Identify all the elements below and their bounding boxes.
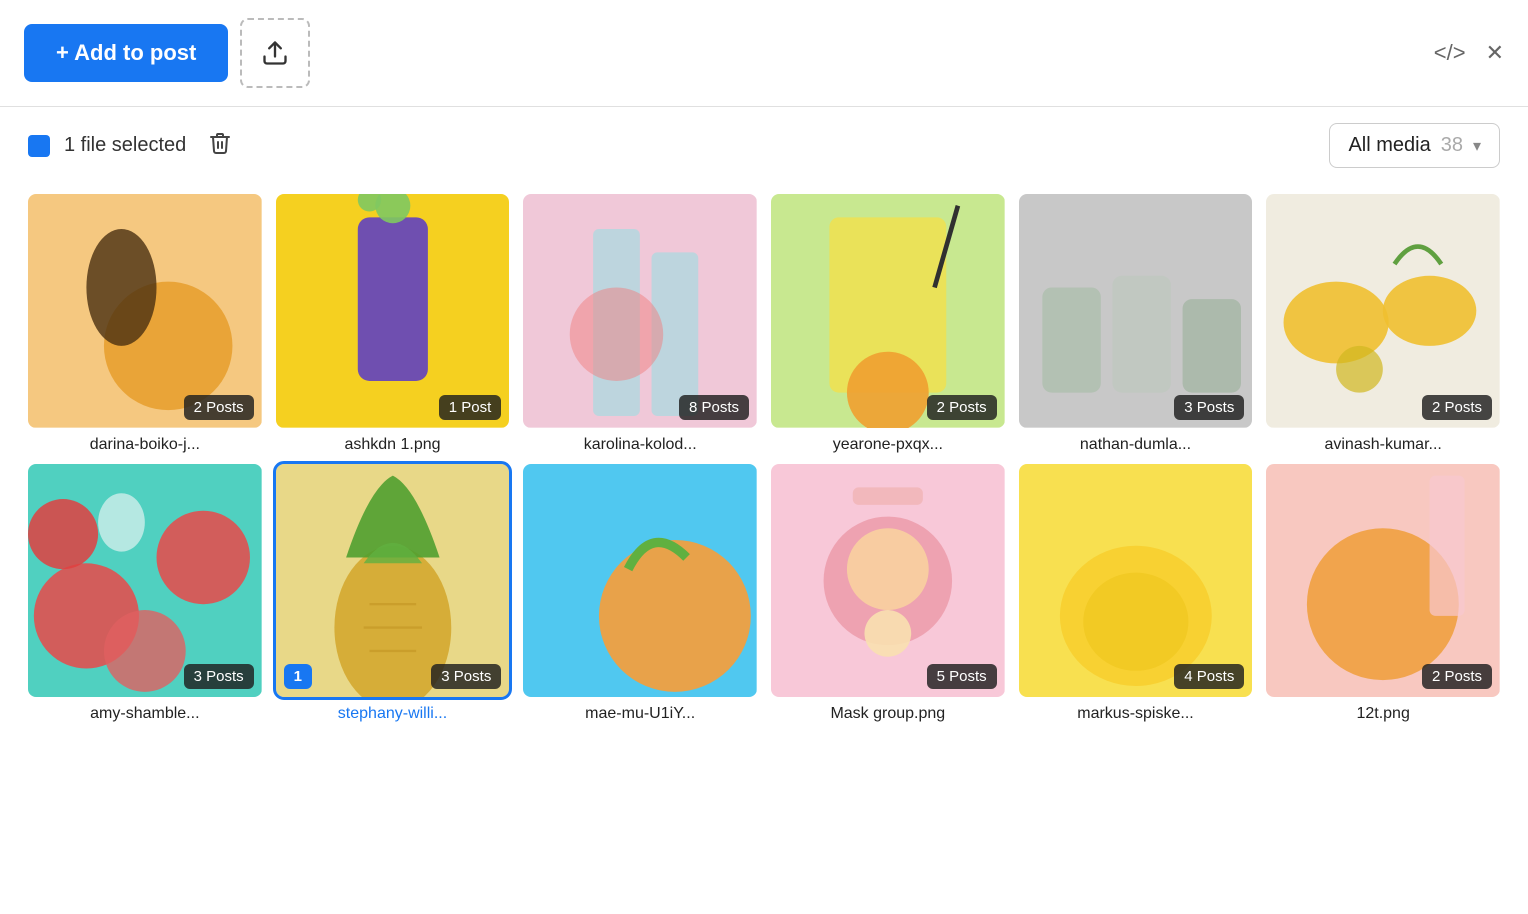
add-to-post-button[interactable]: + Add to post <box>24 24 228 82</box>
post-badge: 2 Posts <box>1422 395 1492 420</box>
post-badge: 4 Posts <box>1174 664 1244 689</box>
media-item[interactable]: 2 Posts yearone-pxqx... <box>771 194 1005 454</box>
media-thumbnail[interactable]: 8 Posts <box>523 194 757 428</box>
media-filename: karolina-kolod... <box>523 436 757 454</box>
media-item[interactable]: 2 Posts darina-boiko-j... <box>28 194 262 454</box>
media-filename: ashkdn 1.png <box>276 436 510 454</box>
file-selected-label: 1 file selected <box>64 134 186 157</box>
media-filename: amy-shamble... <box>28 705 262 723</box>
media-thumbnail[interactable]: 4 Posts <box>1019 464 1253 698</box>
media-item[interactable]: 2 Posts 12t.png <box>1266 464 1500 724</box>
code-button[interactable]: </> <box>1434 40 1466 66</box>
media-item[interactable]: 3 Posts nathan-dumla... <box>1019 194 1253 454</box>
post-badge: 2 Posts <box>184 395 254 420</box>
media-thumbnail[interactable]: 3 Posts <box>1019 194 1253 428</box>
media-item[interactable]: 8 Posts karolina-kolod... <box>523 194 757 454</box>
media-thumbnail[interactable]: 1 Post <box>276 194 510 428</box>
delete-button[interactable] <box>200 127 240 165</box>
media-item[interactable]: 2 Posts avinash-kumar... <box>1266 194 1500 454</box>
media-count: 38 <box>1441 134 1463 157</box>
media-thumbnail[interactable]: 1 3 Posts <box>276 464 510 698</box>
toolbar: 1 file selected All media 38 ▾ <box>0 107 1528 184</box>
select-all-checkbox[interactable] <box>28 135 50 157</box>
media-thumbnail[interactable]: 3 Posts <box>28 464 262 698</box>
media-grid: 2 Posts darina-boiko-j... 1 Post ashkdn 1.… <box>0 184 1528 751</box>
media-filename: avinash-kumar... <box>1266 436 1500 454</box>
media-filename: 12t.png <box>1266 705 1500 723</box>
post-badge: 1 Post <box>439 395 502 420</box>
close-button[interactable]: ✕ <box>1486 40 1504 66</box>
media-item[interactable]: mae-mu-U1iY... <box>523 464 757 724</box>
post-badge: 3 Posts <box>431 664 501 689</box>
media-thumbnail[interactable] <box>523 464 757 698</box>
media-thumbnail[interactable]: 2 Posts <box>28 194 262 428</box>
post-badge: 8 Posts <box>679 395 749 420</box>
media-dropdown[interactable]: All media 38 ▾ <box>1329 123 1500 168</box>
media-filename: darina-boiko-j... <box>28 436 262 454</box>
media-item[interactable]: 3 Posts amy-shamble... <box>28 464 262 724</box>
media-thumbnail[interactable]: 2 Posts <box>1266 194 1500 428</box>
post-badge: 2 Posts <box>927 395 997 420</box>
dropdown-label: All media <box>1348 134 1430 157</box>
media-filename: Mask group.png <box>771 705 1005 723</box>
media-item[interactable]: 4 Posts markus-spiske... <box>1019 464 1253 724</box>
media-filename: yearone-pxqx... <box>771 436 1005 454</box>
media-item[interactable]: 1 3 Posts stephany-willi... <box>276 464 510 724</box>
post-badge: 3 Posts <box>184 664 254 689</box>
header: + Add to post </> ✕ <box>0 0 1528 107</box>
selected-badge: 1 <box>284 664 312 689</box>
upload-button[interactable] <box>240 18 310 88</box>
chevron-down-icon: ▾ <box>1473 136 1481 156</box>
media-thumbnail[interactable]: 2 Posts <box>771 194 1005 428</box>
media-item[interactable]: 1 Post ashkdn 1.png <box>276 194 510 454</box>
upload-icon <box>261 39 289 67</box>
post-badge: 2 Posts <box>1422 664 1492 689</box>
header-right: </> ✕ <box>1434 40 1504 66</box>
add-to-post-label: + Add to post <box>56 40 196 66</box>
media-filename: stephany-willi... <box>276 705 510 723</box>
media-filename: nathan-dumla... <box>1019 436 1253 454</box>
media-thumbnail[interactable]: 2 Posts <box>1266 464 1500 698</box>
trash-icon <box>208 131 232 155</box>
media-item[interactable]: 5 Posts Mask group.png <box>771 464 1005 724</box>
media-thumbnail[interactable]: 5 Posts <box>771 464 1005 698</box>
media-filename: mae-mu-U1iY... <box>523 705 757 723</box>
post-badge: 5 Posts <box>927 664 997 689</box>
post-badge: 3 Posts <box>1174 395 1244 420</box>
media-filename: markus-spiske... <box>1019 705 1253 723</box>
